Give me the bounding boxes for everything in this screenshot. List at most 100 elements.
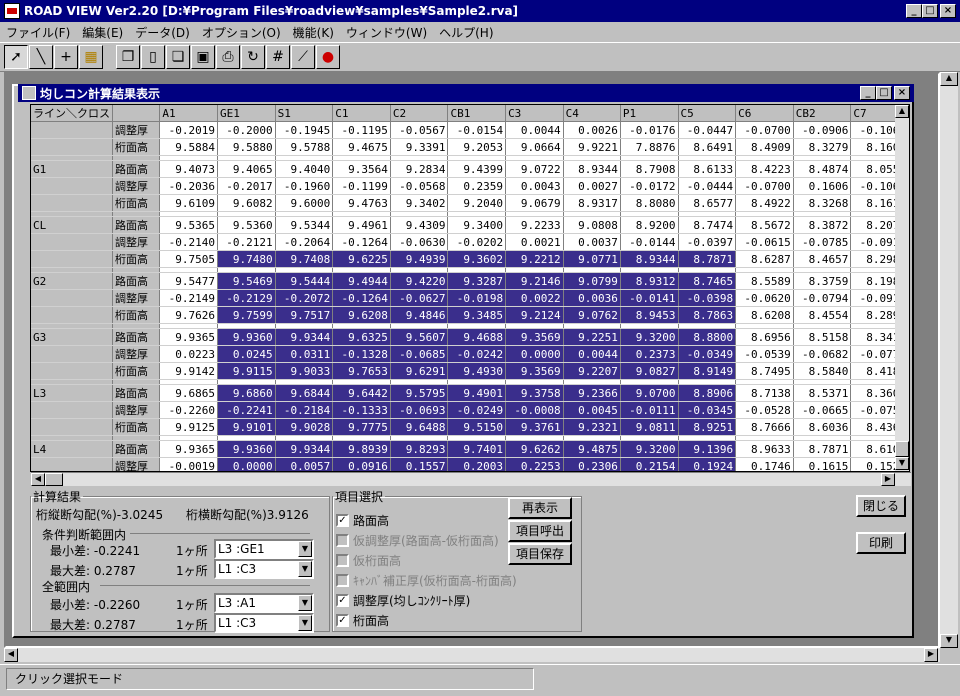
opt-girder-height[interactable]: ✓ 桁面高 [336,612,389,629]
grid-cell[interactable]: 9.2040 [447,194,507,212]
grid-cell[interactable]: 9.2233 [505,216,564,234]
redraw-button[interactable]: 再表示 [508,497,572,519]
column-header[interactable]: C3 [505,105,564,122]
save-items-button[interactable]: 項目保存 [508,543,572,565]
help-icon[interactable]: ● [316,45,340,69]
grid-cell[interactable]: 0.0022 [505,289,564,307]
grid-cell[interactable]: 9.7775 [332,418,391,436]
column-header[interactable]: CB1 [447,105,507,122]
child-close-button[interactable]: × [894,86,910,100]
grid-cell[interactable]: 9.6291 [390,362,449,380]
grid-cell[interactable]: 0.0044 [563,345,621,363]
menu-option[interactable]: オプション(O) [196,24,287,41]
opt-road-height[interactable]: ✓ 路面高 [336,512,389,529]
grid-cell[interactable]: -0.2064 [275,233,334,251]
column-header[interactable]: A1 [159,105,219,122]
grid-cell[interactable]: 9.9360 [217,440,276,458]
grid-cell[interactable]: 9.3400 [447,216,507,234]
grid-cell[interactable]: 0.0916 [332,457,391,471]
grid-cell[interactable]: 9.0664 [505,138,564,156]
grid-cell[interactable]: 9.5444 [275,272,334,290]
cond-max-combo[interactable]: L1 :C3 ▼ [214,559,314,579]
grid-cell[interactable]: 9.3564 [332,160,391,178]
grid-cell[interactable]: 9.9344 [275,440,334,458]
grid-cell[interactable]: -0.0567 [390,121,449,139]
grid-cell[interactable]: 9.4846 [390,306,449,324]
grid-cell[interactable]: 8.9251 [678,418,737,436]
scroll-down-arrow-icon[interactable]: ▼ [940,634,958,648]
grid-cell[interactable]: 0.0021 [505,233,564,251]
grid-cell[interactable]: 9.9221 [563,138,621,156]
grid-cell[interactable]: 9.5880 [217,138,276,156]
grid-cell[interactable]: 9.7517 [275,306,334,324]
grid-cell[interactable]: 8.8906 [678,384,737,402]
grid-cell[interactable]: 9.4065 [217,160,276,178]
grid-cell[interactable]: 8.4922 [735,194,794,212]
grid-cell[interactable]: 8.4554 [793,306,852,324]
grid-cell[interactable]: 8.7908 [620,160,679,178]
close-window-button[interactable]: 閉じる [856,495,906,517]
image-icon[interactable]: ▣ [191,45,215,69]
grid-cell[interactable]: 8.3268 [793,194,852,212]
grid-cell[interactable]: 0.1557 [390,457,449,471]
menu-file[interactable]: ファイル(F) [0,24,76,41]
checkbox-icon[interactable] [336,534,349,547]
column-header[interactable]: C6 [735,105,794,122]
grid-cell[interactable]: 0.0036 [563,289,621,307]
grid-cell[interactable]: -0.2149 [159,289,219,307]
grid-cell[interactable]: 9.4875 [563,440,621,458]
grid-cell[interactable]: -0.0785 [793,233,852,251]
grid-icon[interactable]: # [266,45,290,69]
grid-cell[interactable]: 8.3279 [793,138,852,156]
grid-cell[interactable]: 9.5360 [217,216,276,234]
grid-cell[interactable]: -0.2036 [159,177,219,195]
grid-cell[interactable]: -0.2072 [275,289,334,307]
cond-min-combo[interactable]: L3 :GE1 ▼ [214,539,314,559]
grid-cell[interactable]: -0.0444 [678,177,737,195]
grid-cell[interactable]: -0.0141 [620,289,679,307]
grid-cell[interactable]: 9.9365 [159,440,219,458]
checkbox-checked-icon[interactable]: ✓ [336,514,349,527]
grid-cell[interactable]: 8.7474 [678,216,737,234]
grid-cell[interactable]: -0.2017 [217,177,276,195]
grid-cell[interactable]: -0.0345 [678,401,737,419]
grid-cell[interactable]: 8.7871 [678,250,737,268]
main-horizontal-scrollbar[interactable]: ◀ ▶ [4,648,940,662]
grid-cell[interactable]: -0.0447 [678,121,737,139]
grid-cell[interactable]: -0.0242 [447,345,507,363]
grid-cell[interactable]: -0.2260 [159,401,219,419]
grid-cell[interactable]: 8.9344 [563,160,621,178]
grid-cell[interactable]: 8.7465 [678,272,737,290]
checkbox-checked-icon[interactable]: ✓ [336,614,349,627]
grid-cell[interactable]: 8.7871 [793,440,852,458]
maximize-button[interactable]: □ [922,4,938,18]
grid-cell[interactable]: 9.0679 [505,194,564,212]
grid-vertical-scrollbar[interactable]: ▲ ▼ [895,105,909,471]
grid-cell[interactable]: 9.7599 [217,306,276,324]
grid-cell[interactable]: 9.1396 [678,440,737,458]
grid-cell[interactable]: 0.1746 [735,457,794,471]
grid-cell[interactable]: 9.6844 [275,384,334,402]
grid-cell[interactable]: 9.5884 [159,138,219,156]
grid-cell[interactable]: 9.3391 [390,138,449,156]
grid-cell[interactable]: 8.5840 [793,362,852,380]
grid-cell[interactable]: 9.2251 [563,328,621,346]
grid-cell[interactable]: -0.0615 [735,233,794,251]
grid-cell[interactable]: 8.8800 [678,328,737,346]
grid-cell[interactable]: 9.6109 [159,194,219,212]
grid-cell[interactable]: 9.7505 [159,250,219,268]
grid-cell[interactable]: 9.0811 [620,418,679,436]
grid-cell[interactable]: 9.6325 [332,328,391,346]
grid-cell[interactable]: 8.6491 [678,138,737,156]
grid-scroll-left-icon[interactable]: ◀ [31,473,45,486]
menu-edit[interactable]: 編集(E) [76,24,129,41]
chevron-down-icon[interactable]: ▼ [298,561,312,577]
result-grid[interactable]: ライン＼クロス A1 GE1 S1 C1 C2 CB1 C3 C4 P1 C5 C6 CB2 C7 調整厚 -… [30,104,910,472]
grid-cell[interactable]: 9.9360 [217,328,276,346]
grid-cell[interactable]: 8.9200 [620,216,679,234]
grid-cell[interactable]: -0.2184 [275,401,334,419]
grid-cell[interactable]: 9.4901 [447,384,507,402]
grid-cell[interactable]: 9.0827 [620,362,679,380]
grid-cell[interactable]: 9.6488 [390,418,449,436]
grid-cell[interactable]: 0.2373 [620,345,679,363]
